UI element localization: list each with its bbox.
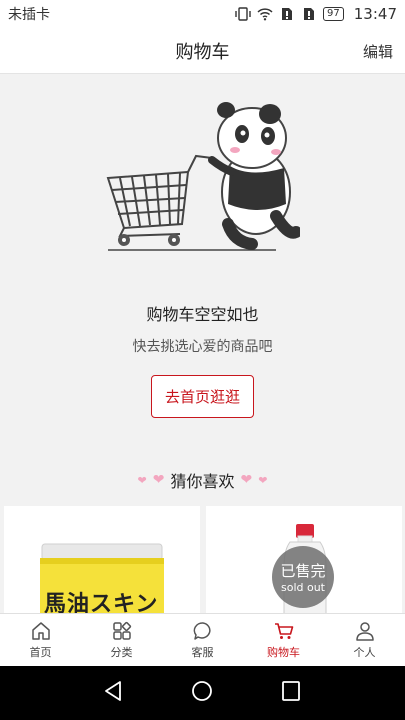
tab-label: 分类 xyxy=(110,646,133,659)
sold-out-label-en: sold out xyxy=(280,581,325,594)
tab-profile[interactable]: 个人 xyxy=(324,614,405,666)
vibrate-icon xyxy=(235,7,251,21)
person-icon xyxy=(355,622,374,641)
system-nav-bar xyxy=(0,666,405,720)
tab-label: 购物车 xyxy=(267,646,300,659)
sold-out-badge: 已售完 sold out xyxy=(272,546,334,608)
sim-alert-icon-2 xyxy=(304,8,315,20)
shopping-cart-drawing xyxy=(106,154,213,238)
home-icon xyxy=(31,622,50,640)
product-label: 馬油スキン xyxy=(44,592,159,614)
tab-bar: 首页 分类 客服 购物车 个人 xyxy=(0,613,405,666)
product-card[interactable]: 馬油スキン xyxy=(4,506,200,614)
tab-home[interactable]: 首页 xyxy=(0,614,81,666)
product-card[interactable]: 已售完 sold out xyxy=(206,506,402,614)
status-icons: 97 13:47 xyxy=(235,5,397,23)
category-icon xyxy=(112,621,131,640)
tab-category[interactable]: 分类 xyxy=(81,614,162,666)
page-title: 购物车 xyxy=(175,41,230,63)
home-circle-icon[interactable] xyxy=(190,679,214,703)
clock: 13:47 xyxy=(353,5,397,23)
sold-out-label: 已售完 xyxy=(280,562,326,580)
battery-indicator: 97 xyxy=(323,7,344,21)
heart-icon: ❤ xyxy=(258,473,268,487)
tab-label: 客服 xyxy=(191,646,214,659)
heart-icon: ❤ xyxy=(240,472,253,488)
recommend-title: 猜你喜欢 xyxy=(170,472,235,491)
empty-cart-subtitle: 快去挑选心爱的商品吧 xyxy=(132,339,273,355)
wifi-icon xyxy=(257,8,273,21)
tab-service[interactable]: 客服 xyxy=(162,614,243,666)
sim-alert-icon xyxy=(282,8,293,20)
carrier-label: 未插卡 xyxy=(8,7,50,23)
cart-icon xyxy=(274,623,293,639)
tab-label: 首页 xyxy=(29,646,52,659)
back-icon[interactable] xyxy=(102,679,124,703)
status-bar: 未插卡 97 13:47 xyxy=(0,0,405,28)
recents-icon[interactable] xyxy=(280,679,302,703)
tab-cart[interactable]: 购物车 xyxy=(243,614,324,666)
tab-label: 个人 xyxy=(353,646,376,659)
heart-icon: ❤ xyxy=(137,473,147,487)
heart-icon: ❤ xyxy=(152,472,165,488)
go-home-button[interactable]: 去首页逛逛 xyxy=(151,375,254,418)
panda-drawing xyxy=(208,102,300,250)
chat-icon xyxy=(193,622,211,640)
edit-button[interactable]: 编辑 xyxy=(363,41,393,62)
empty-cart-title: 购物车空空如也 xyxy=(146,305,259,324)
recommend-heading: ❤ ❤ 猜你喜欢 ❤ ❤ xyxy=(0,468,405,492)
header: 购物车 编辑 xyxy=(0,28,405,74)
empty-cart-illustration xyxy=(106,102,300,251)
